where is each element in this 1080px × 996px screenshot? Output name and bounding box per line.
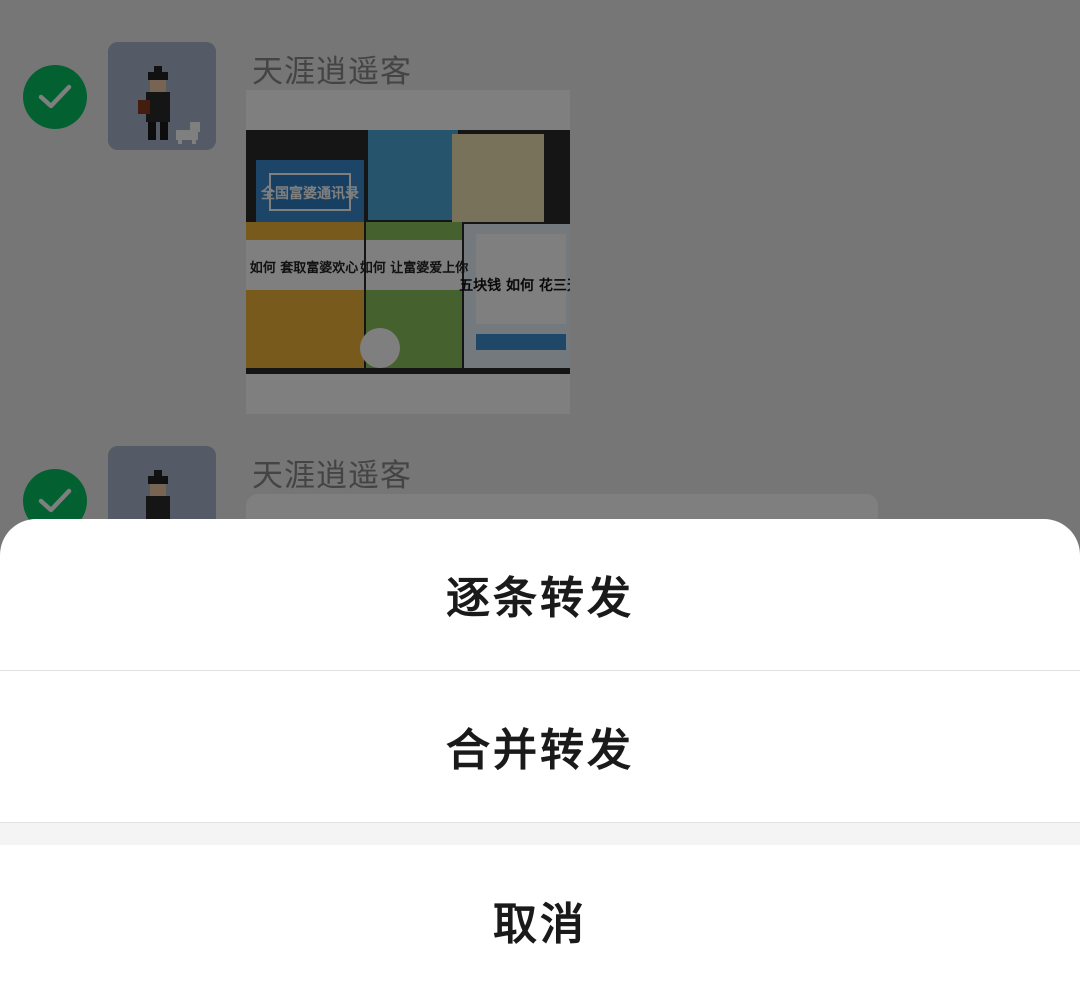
cancel-button[interactable]: 取消 — [0, 845, 1080, 995]
forward-action-sheet: 逐条转发 合并转发 取消 — [0, 519, 1080, 996]
forward-one-by-one-button[interactable]: 逐条转发 — [0, 519, 1080, 669]
merge-forward-button[interactable]: 合并转发 — [0, 671, 1080, 821]
section-gap — [0, 823, 1080, 845]
